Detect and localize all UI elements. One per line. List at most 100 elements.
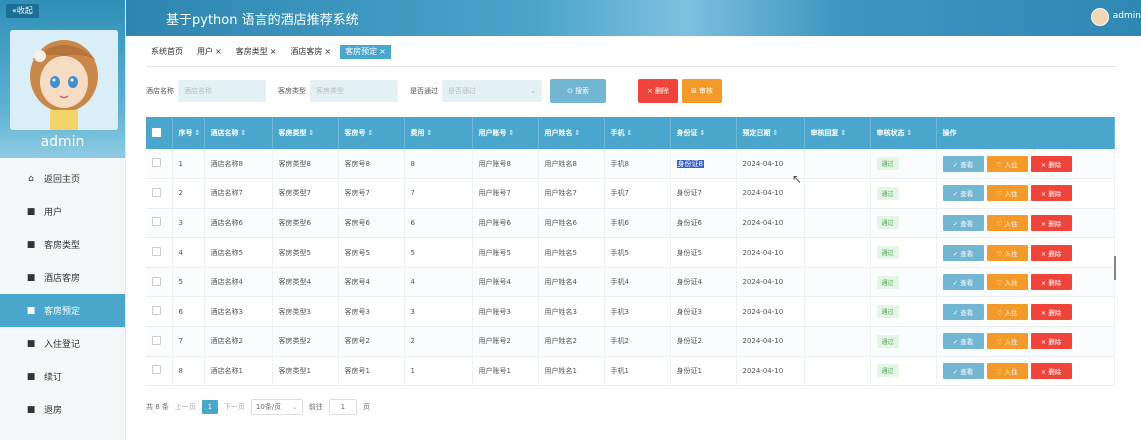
close-icon[interactable]: × xyxy=(215,45,222,59)
sort-icon[interactable]: ⇕ xyxy=(627,129,633,137)
checkin-button[interactable]: ♡ 入住 xyxy=(986,274,1028,291)
row-checkbox[interactable] xyxy=(152,306,161,316)
row-checkbox[interactable] xyxy=(152,158,161,168)
hotel-name-input[interactable]: 酒店名称 xyxy=(178,80,266,102)
collapse-button[interactable]: «收起 xyxy=(6,4,39,18)
column-header[interactable]: 费用 ⇕ xyxy=(404,117,473,149)
sort-icon[interactable]: ⇕ xyxy=(241,129,247,137)
tab-room-type[interactable]: 客房类型 × xyxy=(231,45,282,59)
tab-home[interactable]: 系统首页 xyxy=(146,45,188,59)
column-header[interactable]: 用户账号 ⇕ xyxy=(472,117,539,149)
pass-select[interactable]: 是否通过 ⌄ xyxy=(442,80,542,102)
audit-button[interactable]: ⊞ 审核 xyxy=(682,79,722,103)
column-header[interactable]: 序号 ⇕ xyxy=(172,117,205,149)
select-all-checkbox[interactable] xyxy=(152,127,161,137)
row-checkbox[interactable] xyxy=(152,335,161,345)
table-row[interactable]: 5 酒店名称4 客房类型4 客房号4 4 用户账号4 用户姓名4 手机4 身份证4 2024-04… xyxy=(146,267,1115,298)
view-button[interactable]: ✓ 查看 xyxy=(942,274,984,291)
tab-hotel-room[interactable]: 酒店客房 × xyxy=(285,45,336,59)
sort-icon[interactable]: ⇕ xyxy=(368,129,374,137)
checkin-button[interactable]: ♡ 入住 xyxy=(986,155,1028,172)
sidebar-item-checkout[interactable]: ■ 退房 xyxy=(0,393,125,426)
row-checkbox[interactable] xyxy=(152,365,161,375)
column-header[interactable]: 操作 xyxy=(936,117,1115,149)
row-checkbox[interactable] xyxy=(152,276,161,286)
sidebar-item-booking[interactable]: ■ 客房预定 xyxy=(0,294,125,327)
goto-page-input[interactable]: 1 xyxy=(328,399,357,415)
view-button[interactable]: ✓ 查看 xyxy=(942,303,984,320)
row-delete-button[interactable]: × 删除 xyxy=(1030,362,1072,379)
search-button[interactable]: ⊙ 搜索 xyxy=(550,79,606,103)
cell-text: 酒店名称2 xyxy=(210,337,243,346)
sort-icon[interactable]: ⇕ xyxy=(427,129,433,137)
view-button[interactable]: ✓ 查看 xyxy=(942,362,984,379)
sidebar-item-home[interactable]: ⌂ 返回主页 xyxy=(0,162,125,195)
sort-icon[interactable]: ⇕ xyxy=(195,129,201,137)
checkin-button[interactable]: ♡ 入住 xyxy=(986,214,1028,231)
sort-icon[interactable]: ⇕ xyxy=(700,129,706,137)
row-checkbox[interactable] xyxy=(152,217,161,227)
view-button[interactable]: ✓ 查看 xyxy=(942,185,984,202)
row-checkbox[interactable] xyxy=(152,247,161,257)
sort-icon[interactable]: ⇕ xyxy=(575,129,581,137)
row-delete-button[interactable]: × 删除 xyxy=(1030,185,1072,202)
row-delete-button[interactable]: × 删除 xyxy=(1030,303,1072,320)
row-delete-button[interactable]: × 删除 xyxy=(1030,155,1072,172)
sort-icon[interactable]: ⇕ xyxy=(309,129,315,137)
sort-icon[interactable]: ⇕ xyxy=(841,129,847,137)
page-size-select[interactable]: 10条/页 ⌄ xyxy=(250,399,303,415)
column-header[interactable]: 审核回复 ⇕ xyxy=(804,117,871,149)
column-header[interactable]: 身份证 ⇕ xyxy=(670,117,737,149)
row-delete-button[interactable]: × 删除 xyxy=(1030,274,1072,291)
column-header[interactable]: 手机 ⇕ xyxy=(604,117,671,149)
row-delete-button[interactable]: × 删除 xyxy=(1030,333,1072,350)
sidebar-item-hotel-room[interactable]: ■ 酒店客房 xyxy=(0,261,125,294)
column-header[interactable]: 预定日期 ⇕ xyxy=(736,117,805,149)
checkin-button[interactable]: ♡ 入住 xyxy=(986,244,1028,261)
sidebar-item-user[interactable]: ■ 用户 xyxy=(0,195,125,228)
close-icon[interactable]: × xyxy=(270,45,277,59)
row-checkbox[interactable] xyxy=(152,187,161,197)
checkin-button[interactable]: ♡ 入住 xyxy=(986,185,1028,202)
table-row[interactable]: 6 酒店名称3 客房类型3 客房号3 3 用户账号3 用户姓名3 手机3 身份证3 2024-04… xyxy=(146,296,1115,328)
column-header[interactable]: 客房类型 ⇕ xyxy=(272,117,339,149)
sidebar-item-room-type[interactable]: ■ 客房类型 xyxy=(0,228,125,261)
column-header[interactable]: 酒店名称 ⇕ xyxy=(204,117,273,149)
row-delete-button[interactable]: × 删除 xyxy=(1030,214,1072,231)
sidebar-item-checkin[interactable]: ■ 入住登记 xyxy=(0,327,125,360)
next-page-button[interactable]: 下一页 xyxy=(224,402,245,412)
checkin-button[interactable]: ♡ 入住 xyxy=(986,333,1028,350)
sort-icon[interactable]: ⇕ xyxy=(509,129,515,137)
sort-icon[interactable]: ⇕ xyxy=(907,129,913,137)
checkin-button[interactable]: ♡ 入住 xyxy=(986,362,1028,379)
column-header[interactable]: 用户姓名 ⇕ xyxy=(538,117,605,149)
room-type-input[interactable]: 客房类型 xyxy=(310,80,398,102)
view-button[interactable]: ✓ 查看 xyxy=(942,244,984,261)
table-row[interactable]: 3 酒店名称6 客房类型6 客房号6 6 用户账号6 用户姓名6 手机6 身份证6 2024-04… xyxy=(146,208,1115,239)
prev-page-button[interactable]: 上一页 xyxy=(175,402,196,412)
row-delete-button[interactable]: × 删除 xyxy=(1030,244,1072,261)
page-number-current[interactable]: 1 xyxy=(201,400,218,414)
view-button[interactable]: ✓ 查看 xyxy=(942,333,984,350)
view-button[interactable]: ✓ 查看 xyxy=(942,155,984,172)
tab-user[interactable]: 用户 × xyxy=(192,45,227,59)
checkin-button[interactable]: ♡ 入住 xyxy=(986,303,1028,320)
table-row[interactable]: 1 酒店名称8 客房类型8 客房号8 8 用户账号8 用户姓名8 手机8 身份证8 2024-04… xyxy=(146,149,1115,180)
table-row[interactable]: 8 酒店名称1 客房类型1 客房号1 1 用户账号1 用户姓名1 手机1 身份证1 2024-04… xyxy=(146,356,1115,387)
view-button[interactable]: ✓ 查看 xyxy=(942,214,984,231)
tab-booking[interactable]: 客房预定 × xyxy=(340,45,391,59)
column-header[interactable]: 客房号 ⇕ xyxy=(338,117,405,149)
scrollbar-handle[interactable] xyxy=(1114,256,1116,280)
table-row[interactable]: 4 酒店名称5 客房类型5 客房号5 5 用户账号5 用户姓名5 手机5 身份证5 2024-04… xyxy=(146,237,1115,268)
close-icon[interactable]: × xyxy=(379,45,386,59)
user-avatar-icon[interactable] xyxy=(1091,8,1109,26)
column-header[interactable]: 审核状态 ⇕ xyxy=(870,117,937,149)
delete-button[interactable]: × 删除 xyxy=(638,79,678,103)
table-row[interactable]: 7 酒店名称2 客房类型2 客房号2 2 用户账号2 用户姓名2 手机2 身份证2 2024-04… xyxy=(146,326,1115,357)
sidebar-item-renew[interactable]: ■ 续订 xyxy=(0,360,125,393)
header-user-name[interactable]: admin xyxy=(1113,11,1141,21)
close-icon[interactable]: × xyxy=(324,45,331,59)
sort-icon[interactable]: ⇕ xyxy=(773,129,779,137)
table-row[interactable]: 2 酒店名称7 客房类型7 客房号7 7 用户账号7 用户姓名7 手机7 身份证7 2024-04… xyxy=(146,178,1115,209)
table-cell: 用户姓名8 xyxy=(538,149,605,180)
